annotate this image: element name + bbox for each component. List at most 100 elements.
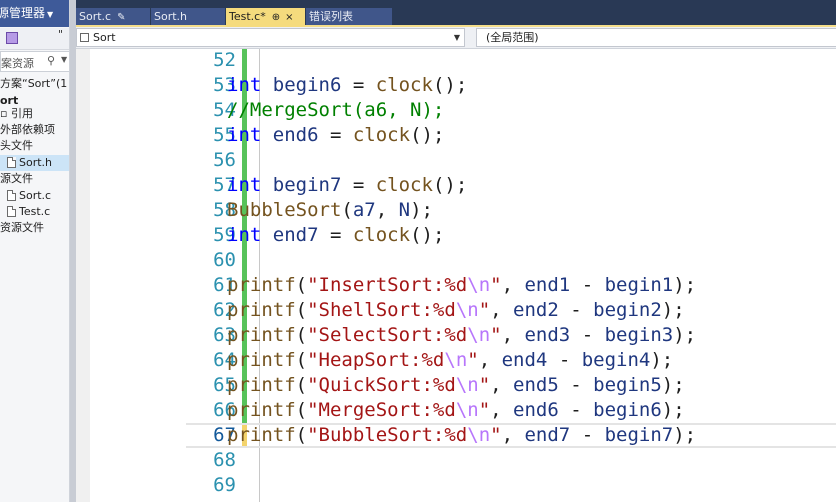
code-line[interactable]: printf("HeapSort:%d\n", end4 - begin4); [227,348,673,373]
chevron-down-icon[interactable]: ▼ [454,29,460,46]
tree-item-label: 资源文件 [0,221,44,234]
solution-explorer-search[interactable]: 案资源 ⚲ ▼ [0,51,69,72]
code-token: ( [341,199,353,221]
project-dropdown-value: Sort [93,31,116,44]
code-line[interactable]: printf("SelectSort:%d\n", end3 - begin3)… [227,323,696,348]
project-dropdown[interactable]: Sort ▼ [76,28,465,47]
pin-icon[interactable]: ✎ [117,12,125,23]
code-token: printf [227,424,296,446]
code-token: printf [227,349,296,371]
code-token: ( [295,324,308,346]
code-line[interactable]: printf("BubbleSort:%d\n", end7 - begin7)… [227,423,696,448]
code-token: = [329,124,353,146]
code-token: - [558,299,594,321]
code-line[interactable]: int begin7 = clock(); [227,173,467,198]
line-number: 52 [213,49,236,71]
code-line[interactable]: printf("QuickSort:%d\n", end5 - begin5); [227,373,685,398]
code-token: \n [467,424,491,446]
code-token: ( [295,299,308,321]
code-line[interactable]: printf("ShellSort:%d\n", end2 - begin2); [227,298,685,323]
home-icon[interactable] [6,32,18,44]
code-line[interactable]: int end6 = clock(); [227,123,444,148]
tree-item-solution[interactable]: 方案“Sort”(1 个 [0,76,69,92]
code-line[interactable]: BubbleSort(a7, N); [227,198,433,223]
code-token: printf [227,299,296,321]
code-line[interactable]: printf("InsertSort:%d\n", end1 - begin1)… [227,273,696,298]
line-number: 61 [213,274,236,296]
code-token: end7 [524,424,571,446]
search-icon[interactable]: ⚲ [47,54,55,67]
tab-sort-c[interactable]: Sort.c ✎ [76,8,150,25]
tree-item-external-deps[interactable]: 外部依赖项 [0,122,69,138]
line-number: 69 [213,474,236,496]
tree-item-label: 方案“Sort”(1 个 [0,77,69,90]
code-token: "HeapSort:%d [307,349,445,371]
navigation-bar: Sort ▼ (全局范围) [76,27,836,49]
code-token: - [570,324,605,346]
tree-item-source-files[interactable]: 源文件 [0,171,69,187]
code-token: , [501,424,525,446]
tab-label: Sort.c [79,10,112,23]
tab-sort-h[interactable]: Sort.h [151,8,225,25]
line-number: 54 [213,99,236,121]
solution-explorer-title[interactable]: 源管理器 ▼ [0,0,69,27]
code-token: \n [455,299,479,321]
code-token: begin3 [604,324,674,346]
code-token: ); [650,349,674,371]
line-number: 55 [213,124,236,146]
code-line[interactable]: int end7 = clock(); [227,223,444,248]
code-token: begin5 [593,374,662,396]
tree-item-label: Test.c [19,205,51,218]
pin-icon[interactable]: ⊕ [272,12,280,23]
tree-item-header-files[interactable]: 头文件 [0,138,69,154]
tab-label: Sort.h [154,10,188,23]
tree-item-resource-files[interactable]: 资源文件 [0,220,69,236]
code-token: , [490,374,514,396]
code-token: printf [227,274,296,296]
code-token: " [478,299,491,321]
code-token: " [490,274,502,296]
scope-dropdown[interactable]: (全局范围) [476,28,836,47]
more-options-icon[interactable]: " [58,28,63,41]
code-token: ); [661,399,685,421]
code-token: printf [227,374,296,396]
code-token: \n [455,399,479,421]
code-token: int [227,174,262,196]
line-number: 68 [213,449,236,471]
search-input[interactable]: 案资源 [1,57,34,70]
tree-item-sort-h[interactable]: Sort.h [0,155,69,171]
code-token: - [570,274,605,296]
line-number: 64 [213,349,236,371]
code-line[interactable]: printf("MergeSort:%d\n", end6 - begin6); [227,398,685,423]
project-icon [80,33,89,42]
code-token: "ShellSort:%d [307,299,456,321]
dropdown-arrow-icon[interactable]: ▼ [47,10,53,19]
code-token: ); [673,424,697,446]
code-token: \n [467,274,491,296]
tree-item-references[interactable]: ▫ 引用 [0,106,69,122]
tree-item-label: Sort.h [19,156,53,169]
tab-test-c[interactable]: Test.c* ⊕ × [226,8,305,27]
code-token: " [467,349,479,371]
tree-item-test-c[interactable]: Test.c [0,204,69,220]
code-line[interactable]: //MergeSort(a6, N); [227,98,444,123]
code-token: clock [352,224,411,246]
code-token: ); [661,299,685,321]
code-token: (); [410,224,445,246]
close-icon[interactable]: × [285,12,293,23]
file-icon [7,190,16,201]
code-token: " [478,399,491,421]
line-number: 66 [213,399,236,421]
code-token: end4 [501,349,548,371]
code-token: "BubbleSort:%d [307,424,468,446]
code-editor[interactable]: 52 53 54 55 56 57 58 59 60 61 62 63 64 65 66 67 68 69 int… [76,49,836,502]
code-token: end6 [261,124,330,146]
tree-item-sort-c[interactable]: Sort.c [0,188,69,204]
tab-label: Test.c* [229,10,266,23]
tab-error-list[interactable]: 错误列表 [306,8,392,25]
code-token: (); [432,174,468,196]
code-line[interactable]: int begin6 = clock(); [227,73,467,98]
search-options-icon[interactable]: ▼ [61,55,67,64]
code-token: ); [661,374,685,396]
document-tab-bar: Sort.c ✎ Sort.h Test.c* ⊕ × 错误列表 [76,0,836,27]
